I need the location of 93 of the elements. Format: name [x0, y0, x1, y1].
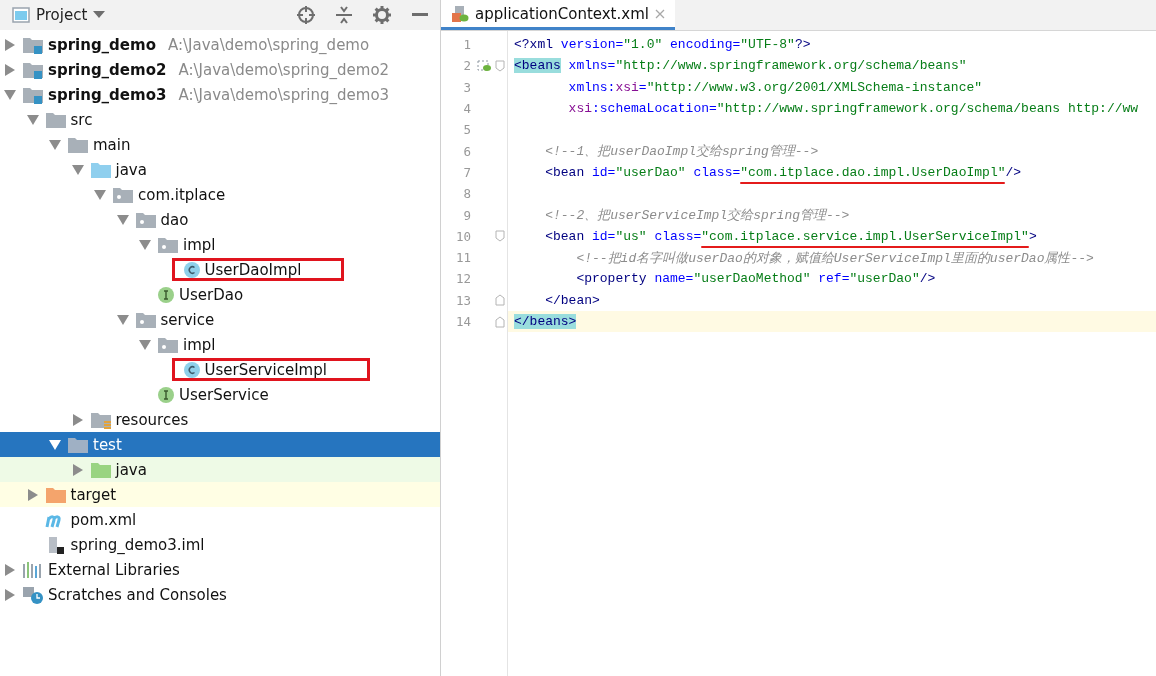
resources-folder-icon: [89, 410, 112, 429]
tree-item-label: External Libraries: [48, 560, 180, 579]
tree-item-label: test: [93, 435, 122, 454]
tree-item-label: UserDaoImpl: [204, 260, 302, 279]
code-line: <!--2、把userServiceImpl交给spring管理-->: [544, 207, 851, 225]
line-number: 13: [454, 292, 471, 308]
interface-icon: [157, 385, 175, 404]
folder-icon: [44, 110, 67, 129]
folder-icon: [44, 485, 67, 504]
tree-item-label: src: [70, 110, 93, 129]
tree-item-label: dao: [160, 210, 189, 229]
line-number: 11: [454, 250, 471, 266]
settings-button[interactable]: [370, 3, 394, 27]
class-icon: [182, 260, 201, 279]
tree-item-label: UserServiceImpl: [204, 360, 327, 379]
package-icon: [134, 310, 157, 329]
tab-label: applicationContext.xml: [475, 4, 649, 23]
package-icon: [157, 235, 179, 254]
code-line: xsi:schemaLocation="http://www.springframework.org/schema/beans http://ww: [567, 100, 1140, 119]
tree-item-label: java: [115, 160, 147, 179]
dropdown-caret-icon[interactable]: [93, 11, 106, 19]
tree-item-label: resources: [115, 410, 189, 429]
package-icon: [134, 210, 157, 229]
folder-icon: [67, 135, 89, 154]
module-path: A:\Java\demo\spring_demo3: [178, 85, 390, 104]
code-line: <beans xmlns="http://www.springframework.org/schema/beans": [513, 57, 968, 76]
folder-icon: [67, 435, 89, 454]
tree-item-label: spring_demo: [48, 35, 156, 54]
scratches-icon: [22, 585, 44, 604]
line-number: 7: [462, 164, 471, 180]
tree-item-label: Scratches and Consoles: [48, 585, 227, 604]
tree-item-label: main: [93, 135, 131, 154]
line-number: 4: [462, 101, 471, 117]
tree-item-label: UserService: [179, 385, 269, 404]
fold-end-icon[interactable]: [495, 315, 505, 328]
locate-button[interactable]: [294, 3, 318, 27]
line-number: 5: [462, 122, 471, 138]
module-icon: [22, 35, 44, 54]
tree-item-label: spring_demo2: [48, 60, 167, 79]
code-line: <!--把id名字叫做userDao的对象，赋值给UserServiceImpl里面的userDao属性-->: [575, 249, 1095, 268]
line-number: 1: [462, 37, 471, 53]
package-icon: [112, 185, 134, 204]
code-line: </bean>: [544, 291, 601, 310]
line-number: 12: [454, 271, 471, 287]
tree-item-label: impl: [183, 235, 216, 254]
module-icon: [22, 60, 44, 79]
libraries-icon: [22, 560, 44, 579]
selected-tree-row[interactable]: test: [0, 432, 440, 457]
panel-title[interactable]: Project: [36, 6, 88, 24]
collapse-icon: [336, 6, 352, 24]
line-number: 9: [462, 207, 471, 223]
tree-row[interactable]: target: [0, 482, 440, 507]
line-number: 14: [454, 314, 471, 329]
code-line: <property name="userDaoMethod" ref="userDao"/>: [575, 270, 937, 289]
tree-item-label: com.itplace: [138, 185, 226, 204]
tree-item-label: target: [70, 485, 117, 504]
tree-item-label: spring_demo3.iml: [70, 535, 205, 554]
close-icon[interactable]: [654, 8, 665, 19]
class-icon: [182, 360, 201, 379]
bean-gutter-icon[interactable]: [477, 59, 491, 72]
folder-icon: [89, 160, 112, 179]
window-icon: [12, 7, 30, 23]
module-icon: [22, 85, 44, 104]
editor-tab[interactable]: applicationContext.xml: [441, 0, 675, 30]
code-line: <bean id="us" class="com.itplace.service.impl.UserServiceImpl">: [508, 225, 1156, 247]
tree-item-label: spring_demo3: [48, 85, 167, 104]
fold-marker-icon[interactable]: [495, 230, 505, 243]
interface-icon: [157, 285, 175, 304]
line-number: 8: [462, 186, 471, 202]
xml-file-icon: [451, 4, 469, 23]
module-path: A:\Java\demo\spring_demo2: [178, 60, 390, 79]
code-line: <!--1、把userDaoImpl交给spring管理-->: [544, 143, 820, 162]
line-number: 10: [454, 228, 471, 244]
fold-end-icon[interactable]: [495, 294, 505, 307]
minimize-icon: [412, 13, 428, 17]
tree-item-label: service: [160, 310, 215, 329]
code-line: <?xml version="1.0" encoding="UTF-8"?>: [513, 36, 812, 55]
tree-item-label: pom.xml: [70, 510, 137, 529]
code-line: <bean id="userDao" class="com.itplace.dao.impl.UserDaoImpl"/>: [508, 161, 1156, 184]
line-number: 2: [462, 58, 471, 74]
line-number: 3: [462, 79, 471, 95]
code-line: xmlns:xsi="http://www.w3.org/2001/XMLSchema-instance": [567, 78, 984, 97]
tree-item-label: UserDao: [179, 285, 244, 304]
tree-item-label: impl: [183, 335, 216, 354]
settings-icon: [373, 6, 391, 24]
fold-marker-icon[interactable]: [495, 59, 505, 72]
crosshair-icon: [297, 6, 315, 24]
tree-item-label: java: [115, 460, 147, 479]
folder-icon: [89, 460, 112, 479]
package-icon: [157, 335, 179, 354]
module-path: A:\Java\demo\spring_demo: [167, 35, 370, 54]
line-number: 6: [462, 143, 471, 159]
tree-row[interactable]: java: [0, 457, 440, 482]
